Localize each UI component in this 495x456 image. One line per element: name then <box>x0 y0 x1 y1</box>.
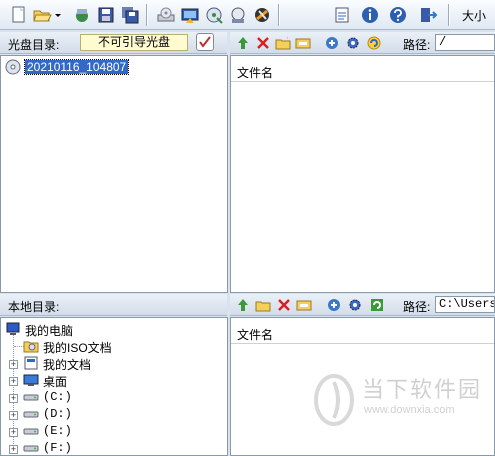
local-path-label: 路径: <box>403 300 431 314</box>
disc-directory-label: 光盘目录: <box>8 38 60 52</box>
delete-icon[interactable] <box>255 35 271 51</box>
local-new-folder-icon[interactable] <box>255 297 271 313</box>
tree-item-my-iso-documents[interactable]: 我的ISO文档 <box>23 338 143 355</box>
new-folder-icon[interactable] <box>275 35 291 51</box>
info-icon[interactable] <box>360 5 380 25</box>
disc-column-header-filename[interactable]: 文件名 <box>231 60 494 82</box>
computer-icon <box>6 322 20 335</box>
exit-icon[interactable] <box>418 5 438 25</box>
local-delete-icon[interactable] <box>276 297 292 313</box>
watermark: 当下软件园 www.downxia.com <box>312 372 492 432</box>
properties-icon[interactable] <box>332 5 352 25</box>
tree-item-drive-f[interactable]: (F:) <box>23 440 143 455</box>
local-add-to-disc-icon[interactable] <box>326 297 342 313</box>
save-icon[interactable] <box>96 5 116 25</box>
tree-item-desktop[interactable]: 桌面 <box>23 372 143 389</box>
expand-my-documents[interactable]: + <box>9 360 18 369</box>
boot-status-field: 不可引导光盘 <box>80 34 188 51</box>
expand-drive-c[interactable]: + <box>9 394 18 403</box>
mount-icon[interactable] <box>204 5 224 25</box>
extract-icon[interactable] <box>180 5 200 25</box>
iso-folder-icon <box>23 341 39 353</box>
local-tree-pane: 我的电脑 我的ISO文档 + 我的文档 + 桌面 + (C:) + (D:) +… <box>0 317 228 456</box>
local-panel-header: 本地目录: <box>0 294 227 316</box>
tree-item-drive-d[interactable]: (D:) <box>23 406 143 422</box>
burn-icon[interactable] <box>156 5 176 25</box>
add-files-icon[interactable] <box>324 35 340 51</box>
save-all-icon[interactable] <box>120 5 140 25</box>
tree-item-drive-e[interactable]: (E:) <box>23 423 143 439</box>
local-settings-gear-icon[interactable] <box>347 297 363 313</box>
local-rename-icon[interactable] <box>296 297 312 313</box>
disc-path-input[interactable]: / <box>435 34 495 51</box>
drive-icon <box>23 445 39 452</box>
boot-settings-button[interactable] <box>196 33 214 51</box>
optimize-icon[interactable] <box>252 5 272 25</box>
drive-icon <box>23 394 39 401</box>
local-up-folder-icon[interactable] <box>235 297 251 313</box>
expand-drive-e[interactable]: + <box>9 428 18 437</box>
disc-path-label: 路径: <box>403 38 431 52</box>
disc-root-label: 20210116_104807 <box>23 59 130 75</box>
local-column-header-filename[interactable]: 文件名 <box>231 322 494 344</box>
open-dropdown-icon[interactable] <box>54 5 62 25</box>
local-refresh-icon[interactable] <box>369 297 385 313</box>
expand-drive-f[interactable]: + <box>9 445 18 454</box>
tree-item-my-computer[interactable]: 我的电脑 <box>5 321 125 338</box>
size-label: 大小 <box>462 9 487 23</box>
up-folder-icon[interactable] <box>235 35 251 51</box>
toolbar-separator <box>146 4 147 26</box>
expand-drive-d[interactable]: + <box>9 411 18 420</box>
watermark-url: www.downxia.com <box>364 404 455 416</box>
cd-disc-icon <box>5 59 21 75</box>
local-path-input[interactable]: C:\Users\ <box>435 296 495 313</box>
help-icon[interactable] <box>388 5 408 25</box>
refresh-icon[interactable] <box>366 35 382 51</box>
open-icon[interactable] <box>32 5 52 25</box>
settings-gear-icon[interactable] <box>345 35 361 51</box>
tree-item-drive-c[interactable]: (C:) <box>23 389 143 405</box>
tree-item-my-documents[interactable]: 我的文档 <box>23 355 143 372</box>
main-toolbar: 大小 <box>0 0 495 30</box>
desktop-icon <box>23 374 39 386</box>
save-as-icon[interactable] <box>72 5 92 25</box>
disc-file-list: 文件名 <box>230 55 495 293</box>
toolbar-separator <box>448 4 449 26</box>
drive-icon <box>23 411 39 418</box>
local-directory-label: 本地目录: <box>8 300 60 314</box>
drive-icon <box>23 428 39 435</box>
disc-tree-pane: 20210116_104807 <box>0 55 228 293</box>
expand-desktop[interactable]: + <box>9 377 18 386</box>
watermark-title: 当下软件园 <box>362 377 483 402</box>
rename-icon[interactable] <box>295 35 311 51</box>
documents-folder-icon <box>24 356 38 370</box>
network-icon[interactable] <box>228 5 248 25</box>
watermark-logo-icon <box>314 374 354 426</box>
toolbar-separator <box>278 4 279 26</box>
new-icon[interactable] <box>8 5 28 25</box>
